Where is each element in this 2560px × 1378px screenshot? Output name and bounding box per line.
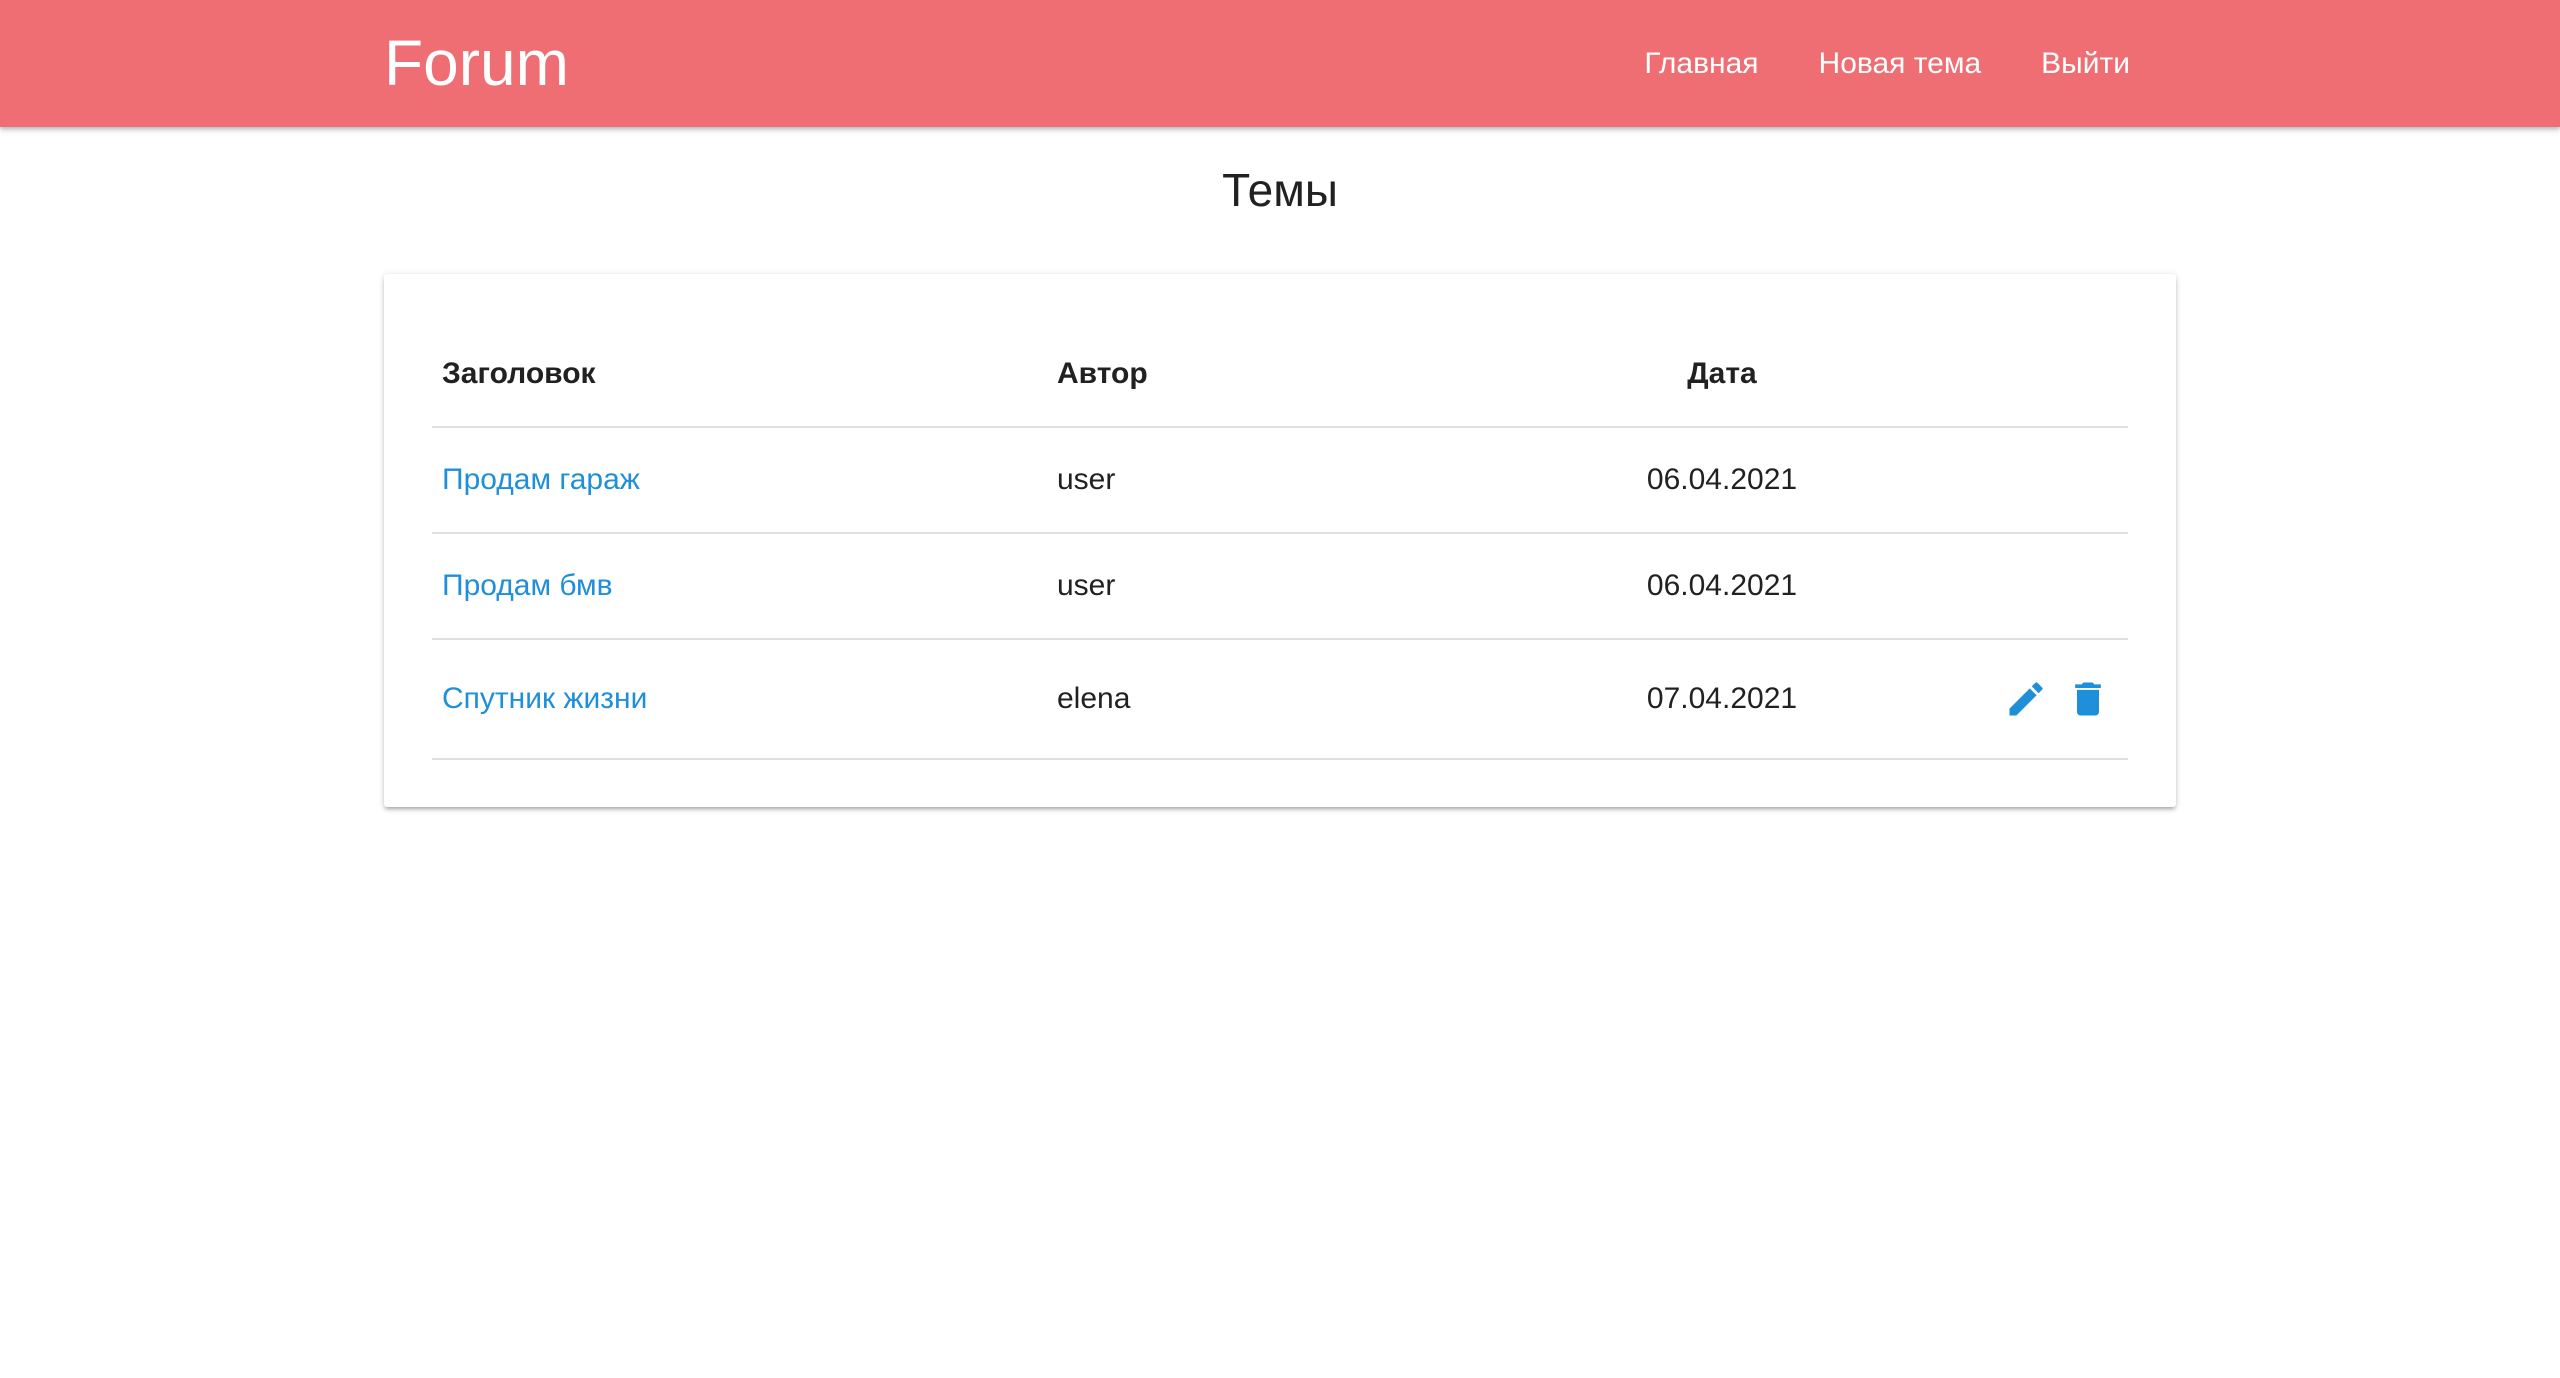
table-row: Продам бмв user 06.04.2021: [432, 534, 2128, 640]
brand-logo[interactable]: Forum: [384, 0, 569, 127]
topic-title-cell: Спутник жизни: [442, 640, 647, 758]
topic-author: elena: [1057, 682, 1131, 715]
topic-date: 06.04.2021: [1646, 569, 1798, 602]
column-header-author: Автор: [1057, 357, 1148, 390]
table-row: Спутник жизни elena 07.04.2021: [432, 640, 2128, 760]
pencil-icon[interactable]: [2004, 677, 2048, 721]
trash-icon[interactable]: [2066, 677, 2110, 721]
topics-table: Заголовок Автор Дата Продам гараж user 0…: [432, 322, 2128, 760]
topic-title-cell: Продам гараж: [442, 428, 640, 532]
navbar: Forum Главная Новая тема Выйти: [0, 0, 2560, 127]
topics-card: Заголовок Автор Дата Продам гараж user 0…: [384, 274, 2176, 807]
topic-author: user: [1057, 569, 1116, 602]
table-header-row: Заголовок Автор Дата: [432, 322, 2128, 428]
topic-author: user: [1057, 463, 1116, 496]
topic-link[interactable]: Продам гараж: [442, 463, 640, 497]
row-actions: [2004, 640, 2110, 758]
topic-date: 07.04.2021: [1646, 682, 1798, 715]
column-header-title: Заголовок: [442, 357, 596, 390]
topic-link[interactable]: Спутник жизни: [442, 682, 647, 716]
nav-link-new-topic[interactable]: Новая тема: [1789, 0, 2012, 127]
column-header-date: Дата: [1687, 357, 1757, 390]
nav-links: Главная Новая тема Выйти: [1614, 0, 2160, 127]
topic-date: 06.04.2021: [1646, 463, 1798, 496]
nav-link-home[interactable]: Главная: [1614, 0, 1788, 127]
page-title: Темы: [1222, 164, 1338, 216]
topic-link[interactable]: Продам бмв: [442, 569, 613, 603]
topic-title-cell: Продам бмв: [442, 534, 613, 638]
nav-link-logout[interactable]: Выйти: [2011, 0, 2160, 127]
table-row: Продам гараж user 06.04.2021: [432, 428, 2128, 534]
